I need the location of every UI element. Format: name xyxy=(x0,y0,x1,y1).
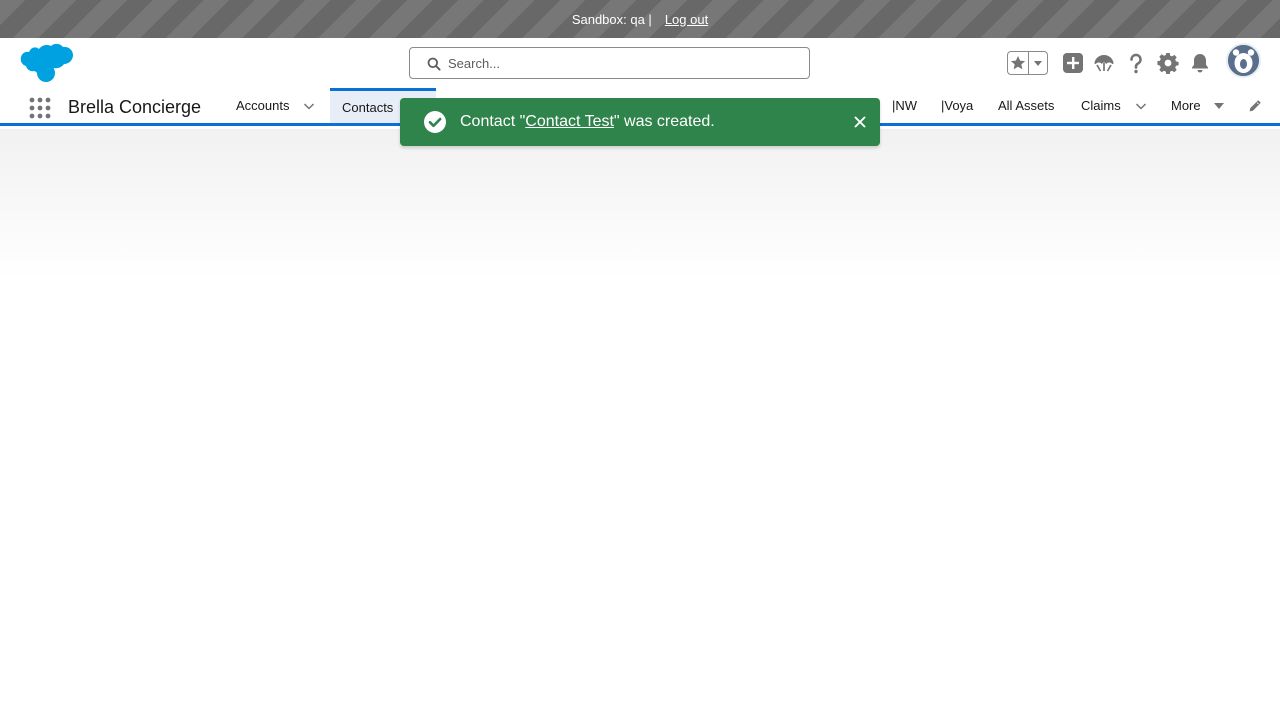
help-icon xyxy=(1130,53,1142,74)
edit-nav-button[interactable] xyxy=(1248,88,1262,123)
favorites-button[interactable] xyxy=(1008,52,1030,74)
nav-item-label: |Voya xyxy=(941,98,974,113)
trailhead-button[interactable] xyxy=(1092,51,1116,75)
page-content xyxy=(0,129,1280,720)
salesforce-logo[interactable] xyxy=(14,42,76,84)
success-check-icon xyxy=(424,111,446,133)
avatar[interactable] xyxy=(1226,43,1261,78)
success-toast: Contact "Contact Test" was created. xyxy=(400,98,880,146)
chevron-down-icon[interactable] xyxy=(1135,100,1147,112)
nav-item-accounts[interactable]: Accounts xyxy=(236,88,315,123)
nav-item-nw[interactable]: |NW xyxy=(892,88,917,123)
pencil-icon xyxy=(1249,99,1261,111)
nav-item-all-assets[interactable]: All Assets xyxy=(998,88,1054,123)
chevron-down-icon xyxy=(1034,61,1043,66)
favorites-star-icon xyxy=(1011,56,1026,70)
search-input[interactable] xyxy=(448,48,803,78)
app-name: Brella Concierge xyxy=(68,97,202,117)
app-launcher-icon[interactable] xyxy=(28,96,52,120)
nav-item-label: More xyxy=(1171,98,1201,113)
nav-item-label: Accounts xyxy=(236,98,290,113)
global-header xyxy=(0,38,1280,88)
sandbox-label: Sandbox: qa | xyxy=(571,11,652,27)
notifications-bell-icon xyxy=(1192,54,1208,73)
nav-item-label: Claims xyxy=(1081,98,1121,113)
toast-message-suffix: " was created. xyxy=(613,113,715,130)
gear-icon xyxy=(1157,53,1179,74)
close-icon[interactable] xyxy=(852,114,868,130)
sandbox-banner: Sandbox: qa | Log out xyxy=(0,0,1280,38)
nav-item-label: All Assets xyxy=(998,98,1055,113)
toast-record-link[interactable]: Contact Test xyxy=(525,113,614,130)
trailhead-icon xyxy=(1094,55,1114,72)
help-button[interactable] xyxy=(1124,51,1148,75)
favorites-button-group xyxy=(1007,51,1048,75)
nav-item-claims[interactable]: Claims xyxy=(1081,88,1147,123)
user-avatar-icon xyxy=(1228,45,1259,76)
nav-item-label: |NW xyxy=(892,98,918,113)
chevron-down-icon[interactable] xyxy=(303,100,315,112)
search-icon xyxy=(427,57,441,71)
nav-item-label: Contacts xyxy=(342,99,394,115)
toast-message-prefix: Contact " xyxy=(460,113,526,130)
notifications-button[interactable] xyxy=(1188,51,1212,75)
favorites-list-button[interactable] xyxy=(1029,52,1047,74)
nav-item-voya[interactable]: |Voya xyxy=(941,88,973,123)
nav-item-more[interactable]: More xyxy=(1171,88,1225,123)
add-icon xyxy=(1063,53,1083,73)
global-actions-button[interactable] xyxy=(1061,51,1085,75)
toast-message: Contact "Contact Test" was created. xyxy=(460,113,715,131)
global-search[interactable] xyxy=(409,47,810,79)
caret-down-icon xyxy=(1213,102,1224,109)
setup-button[interactable] xyxy=(1156,51,1180,75)
logout-link[interactable]: Log out xyxy=(665,12,708,27)
